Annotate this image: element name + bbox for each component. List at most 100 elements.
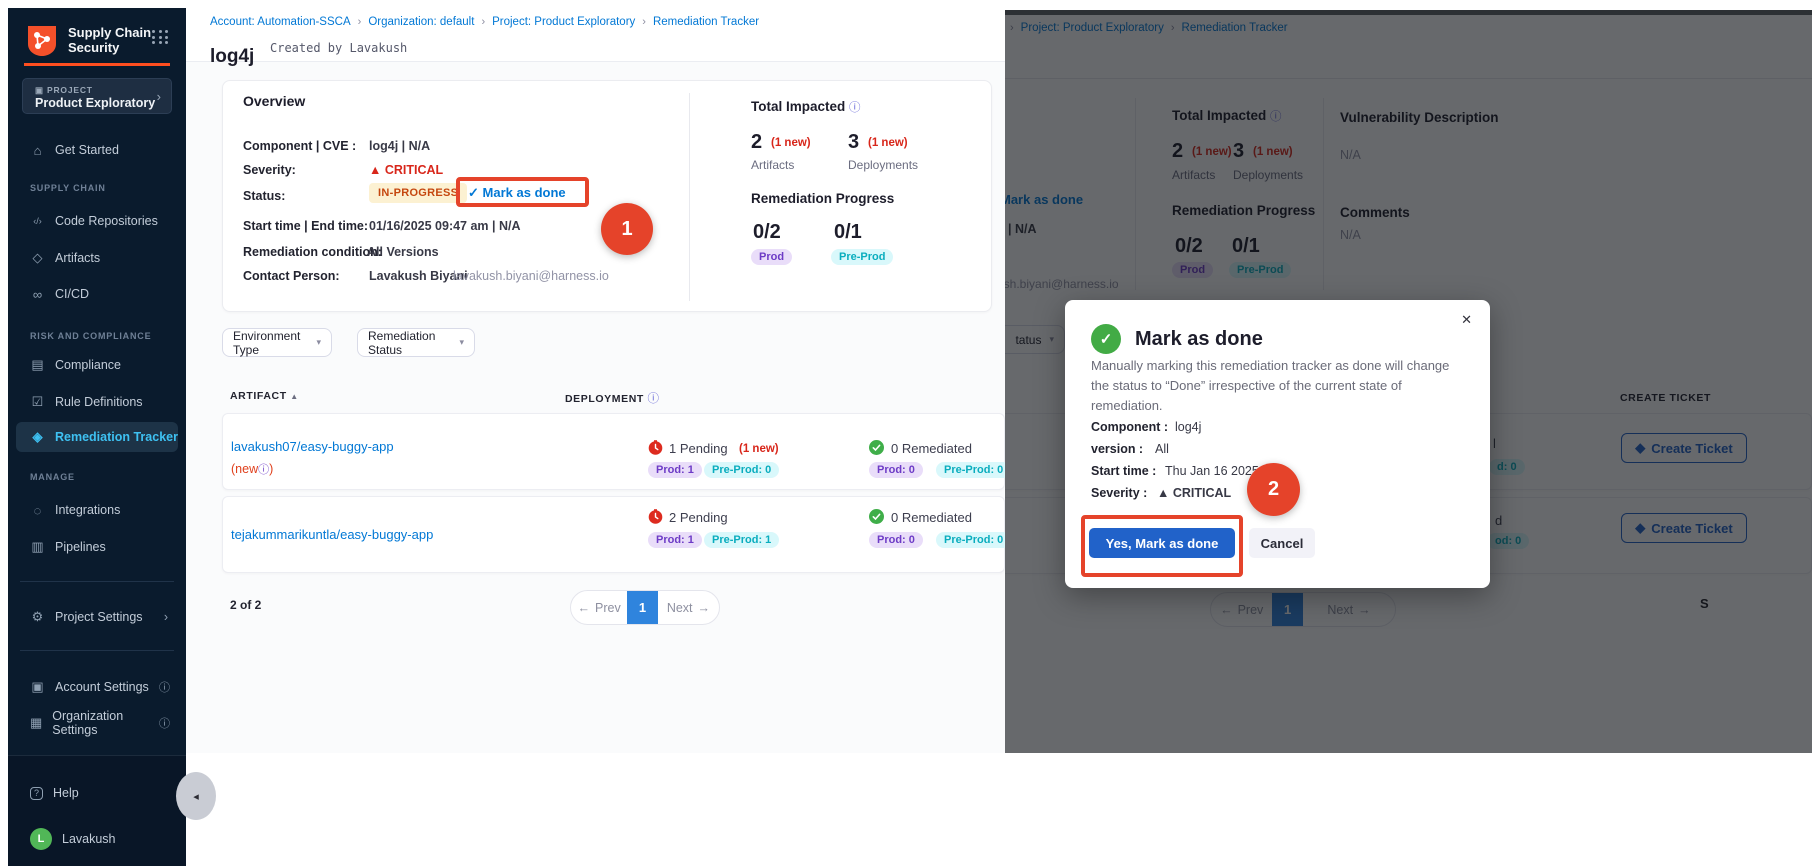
preprod-badge: Pre-Prod [831,249,893,265]
annotation-step-1: 1 [601,203,653,255]
prod-badge: Prod [751,249,792,265]
right-panel: › Project: Product Exploratory › Remedia… [1005,10,1812,753]
breadcrumb-project[interactable]: Project: Product Exploratory [492,16,635,28]
pending-count: 2 Pending [669,510,728,525]
component-value: log4j | N/A [369,139,430,153]
breadcrumb-page[interactable]: Remediation Tracker [653,16,759,28]
cancel-button[interactable]: Cancel [1249,528,1315,558]
sidebar-item-help[interactable]: ? Help [16,778,178,808]
sidebar-item-organization-settings[interactable]: ▦ Organization Settings ⓘ [16,708,178,738]
artifact-link[interactable]: tejakummarikuntla/easy-buggy-app [231,527,433,542]
success-check-icon: ✓ [1091,324,1121,354]
created-by-label: Created by Lavakush [270,41,407,55]
close-icon[interactable]: ✕ [1461,312,1472,328]
breadcrumb-account[interactable]: Account: Automation-SSCA [210,16,351,28]
sidebar-item-get-started[interactable]: ⌂ Get Started [16,135,178,165]
integrations-icon: ◌ [30,503,45,518]
chevron-right-icon: › [481,16,485,28]
deployments-count: 3 [848,131,859,154]
infinity-icon: ∞ [30,287,45,302]
screenshot-canvas: Supply ChainSecurity ▣ PROJECT Product E… [0,0,1818,866]
collapse-arrow-icon: ◂ [193,790,199,803]
remediated-prod-badge: Prod: 0 [869,462,923,478]
next-button[interactable]: Next→ [658,601,719,615]
pending-preprod-badge: Pre-Prod: 0 [704,462,779,478]
main-content: Account: Automation-SSCA › Organization:… [186,8,1005,753]
pipelines-icon: ▥ [30,539,45,555]
chevron-right-icon: › [642,16,646,28]
project-name: Product Exploratory [35,96,155,110]
section-label-risk-compliance: RISK AND COMPLIANCE [30,331,151,341]
pagination: ←Prev 1 Next→ [570,590,720,625]
sidebar-item-code-repositories[interactable]: ‹/› Code Repositories [16,206,178,236]
time-label: Start time | End time: [243,219,368,233]
row-count: 2 of 2 [230,598,261,612]
pending-new-count: (1 new) [739,443,779,455]
info-icon[interactable]: ⓘ [258,464,269,476]
modal-component-label: Component : [1091,420,1168,434]
prev-button[interactable]: ←Prev [571,601,627,615]
project-selector[interactable]: ▣ PROJECT Product Exploratory › [22,78,172,114]
sidebar-item-project-settings[interactable]: ⚙ Project Settings › [16,602,178,632]
arrow-left-icon: ← [578,601,591,615]
sidebar-footer: ? Help L Lavakush [8,755,186,866]
condition-value: All Versions [367,245,439,259]
sidebar-item-account-settings[interactable]: ▣ Account Settings ⓘ [16,672,178,702]
remediation-status-select[interactable]: Remediation Status ▾ [357,328,475,357]
sort-asc-icon[interactable]: ▲ [290,392,299,401]
sidebar-item-cicd[interactable]: ∞ CI/CD [16,279,178,309]
modal-severity-label: Severity : [1091,486,1147,500]
page-1-button[interactable]: 1 [627,590,658,625]
brand-accent-divider [24,63,170,66]
info-icon: ⓘ [159,679,170,695]
warning-triangle-icon: ▲ [1157,486,1169,500]
app-switcher-grid-icon[interactable] [152,30,169,44]
artifact-column-header[interactable]: ARTIFACT ▲ [230,390,299,402]
new-tag: (newⓘ) [231,461,273,477]
sidebar-item-compliance[interactable]: ▤ Compliance [16,350,178,380]
remediation-tracker-icon: ◈ [30,429,45,445]
project-label: ▣ PROJECT [35,85,93,96]
table-row: tejakummarikuntla/easy-buggy-app 2 Pendi… [222,496,1005,573]
sidebar-item-integrations[interactable]: ◌ Integrations [16,495,178,525]
gear-icon: ⚙ [30,609,45,625]
sidebar-item-artifacts[interactable]: ◇ Artifacts [16,243,178,273]
pending-count: 1 Pending [669,441,728,456]
info-icon[interactable]: ⓘ [849,102,861,114]
modal-severity-value: ▲ CRITICAL [1157,486,1231,500]
user-avatar: L [30,828,52,850]
help-icon: ? [30,787,43,800]
user-menu[interactable]: L Lavakush [16,824,178,854]
overview-heading: Overview [243,93,305,109]
page-header: Account: Automation-SSCA › Organization:… [186,8,1005,62]
deployments-label: Deployments [848,158,918,172]
sidebar-divider [20,650,174,651]
modal-title: Mark as done [1135,328,1263,351]
condition-label: Remediation condition: [243,245,382,259]
environment-type-select[interactable]: Environment Type ▾ [222,328,332,357]
sidebar-collapse-handle[interactable]: ◂ [176,772,216,820]
pending-preprod-badge: Pre-Prod: 1 [704,532,779,548]
total-impacted-title: Total Impacted ⓘ [751,99,861,115]
pending-timer-icon [648,509,663,524]
deployments-new-count: (1 new) [868,137,908,149]
sidebar-item-remediation-tracker[interactable]: ◈ Remediation Tracker [16,422,178,452]
chevron-down-icon: ▾ [316,337,321,348]
clipboard-check-icon: ☑ [30,394,45,410]
breadcrumb-organization[interactable]: Organization: default [368,16,474,28]
modal-version-value: All [1155,442,1169,456]
remediated-count: 0 Remediated [891,441,972,456]
sidebar-item-rule-definitions[interactable]: ☑ Rule Definitions [16,387,178,417]
contact-label: Contact Person: [243,269,340,283]
artifact-link[interactable]: lavakush07/easy-buggy-app [231,439,394,454]
info-icon[interactable]: ⓘ [647,393,659,405]
card-divider [689,93,690,301]
compliance-doc-icon: ▤ [30,357,45,373]
table-row: lavakush07/easy-buggy-app (newⓘ) 1 Pendi… [222,413,1005,490]
breadcrumb: Account: Automation-SSCA › Organization:… [210,16,759,28]
app-title: Supply ChainSecurity [68,25,151,55]
section-label-manage: MANAGE [30,472,75,482]
sidebar-item-pipelines[interactable]: ▥ Pipelines [16,532,178,562]
remediated-count: 0 Remediated [891,510,972,525]
org-hierarchy-icon: ▦ [30,715,42,731]
